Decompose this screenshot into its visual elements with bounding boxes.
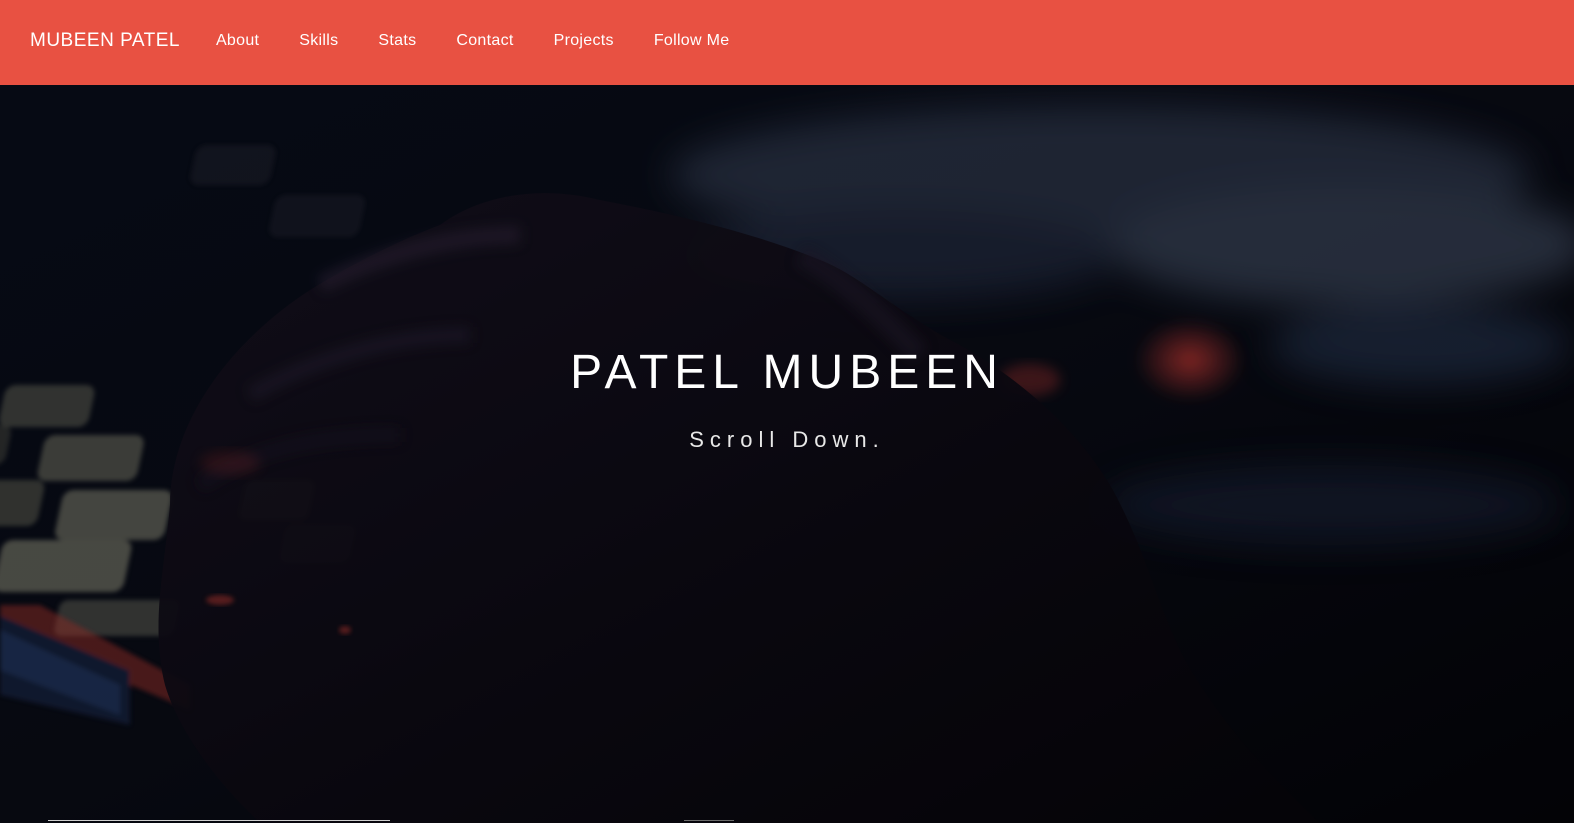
nav-link-about[interactable]: About <box>216 32 259 50</box>
nav-link-contact[interactable]: Contact <box>456 32 513 50</box>
nav-links: About Skills Stats Contact Projects Foll… <box>216 32 769 50</box>
hero-title: PATEL MUBEEN <box>570 346 1004 399</box>
hero-dark-overlay <box>0 85 1574 823</box>
nav-link-projects[interactable]: Projects <box>554 32 614 50</box>
top-navbar: MUBEEN PATEL About Skills Stats Contact … <box>0 0 1574 85</box>
hero-subtitle: Scroll Down. <box>689 427 885 452</box>
nav-link-skills[interactable]: Skills <box>299 32 338 50</box>
section-divider-middle <box>684 820 734 821</box>
brand-logo-link[interactable]: MUBEEN PATEL <box>30 30 180 52</box>
hero-section: PATEL MUBEEN Scroll Down. <box>0 85 1574 823</box>
section-divider-left <box>48 820 390 821</box>
nav-link-stats[interactable]: Stats <box>378 32 416 50</box>
nav-link-follow-me[interactable]: Follow Me <box>654 32 730 50</box>
